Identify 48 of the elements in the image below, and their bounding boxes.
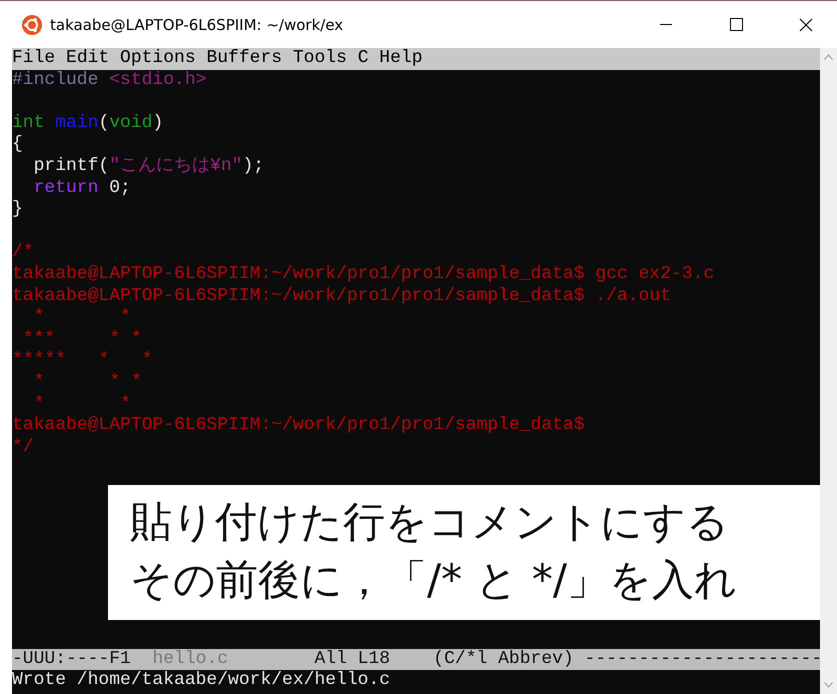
- minimize-icon: [660, 24, 672, 26]
- menu-item[interactable]: Edit: [66, 48, 110, 70]
- code-line: takaabe@LAPTOP-6L6SPIIM:~/work/pro1/pro1/sample_data$ gcc ex2-3.c: [12, 264, 714, 284]
- menu-item[interactable]: Tools: [292, 48, 347, 70]
- annotation-text: 貼り付けた行をコメントにする: [130, 496, 729, 548]
- asterisk-mark: *: [130, 372, 142, 392]
- asterisk-mark: *: [22, 350, 34, 370]
- asterisk-mark: *: [130, 328, 142, 349]
- asterisk-mark: *: [32, 307, 44, 328]
- asterisk-mark: *: [12, 350, 23, 370]
- code-line: takaabe@LAPTOP-6L6SPIIM:~/work/pro1/pro1/sample_data$: [12, 415, 584, 436]
- asterisk-mark: *: [32, 394, 44, 414]
- menu-item[interactable]: File: [12, 48, 56, 70]
- scroll-up-icon[interactable]: [824, 54, 833, 60]
- asterisk-mark: *: [108, 372, 120, 392]
- asterisk-mark: *: [97, 350, 110, 370]
- asterisk-mark: *: [22, 328, 34, 349]
- scroll-down-icon[interactable]: [824, 682, 833, 688]
- code-line: takaabe@LAPTOP-6L6SPIIM:~/work/pro1/pro1/sample_data$ ./a.out: [12, 286, 671, 306]
- code-line: int main(void): [12, 112, 164, 133]
- asterisk-mark: *: [32, 372, 44, 392]
- code-line: return 0;: [32, 178, 131, 198]
- menu-item[interactable]: Help: [379, 48, 423, 70]
- code-line: printf("こんにちは¥n");: [32, 156, 264, 176]
- asterisk-mark: *: [34, 350, 44, 370]
- asterisk-mark: *: [44, 350, 56, 370]
- annotation-text: その前後に，「/* と */」を入れ: [130, 554, 738, 606]
- code-line: {: [12, 134, 23, 154]
- asterisk-mark: *: [119, 307, 131, 328]
- maximize-icon: [730, 18, 742, 31]
- echo-message: Wrote /home/takaabe/work/ex/hello.c: [12, 670, 392, 692]
- window-title: takaabe@LAPTOP-6L6SPIIM: ~/work/ex: [50, 16, 344, 34]
- asterisk-mark: *: [55, 350, 66, 370]
- close-icon: [799, 18, 813, 32]
- menu-item[interactable]: Options: [120, 48, 196, 70]
- asterisk-mark: *: [44, 328, 56, 349]
- asterisk-mark: *: [108, 328, 120, 349]
- menu-item[interactable]: C: [358, 48, 368, 70]
- asterisk-mark: *: [140, 350, 152, 370]
- code-line: #include <stdio.h>: [12, 70, 206, 90]
- asterisk-mark: *: [119, 394, 131, 414]
- app-logo-icon: [22, 14, 42, 34]
- menu-item[interactable]: Buffers: [206, 48, 282, 70]
- code-line: */: [12, 436, 34, 457]
- scrollbar[interactable]: [820, 48, 837, 694]
- code-line: }: [12, 199, 23, 220]
- asterisk-mark: *: [34, 328, 44, 349]
- code-line: /*: [12, 242, 34, 262]
